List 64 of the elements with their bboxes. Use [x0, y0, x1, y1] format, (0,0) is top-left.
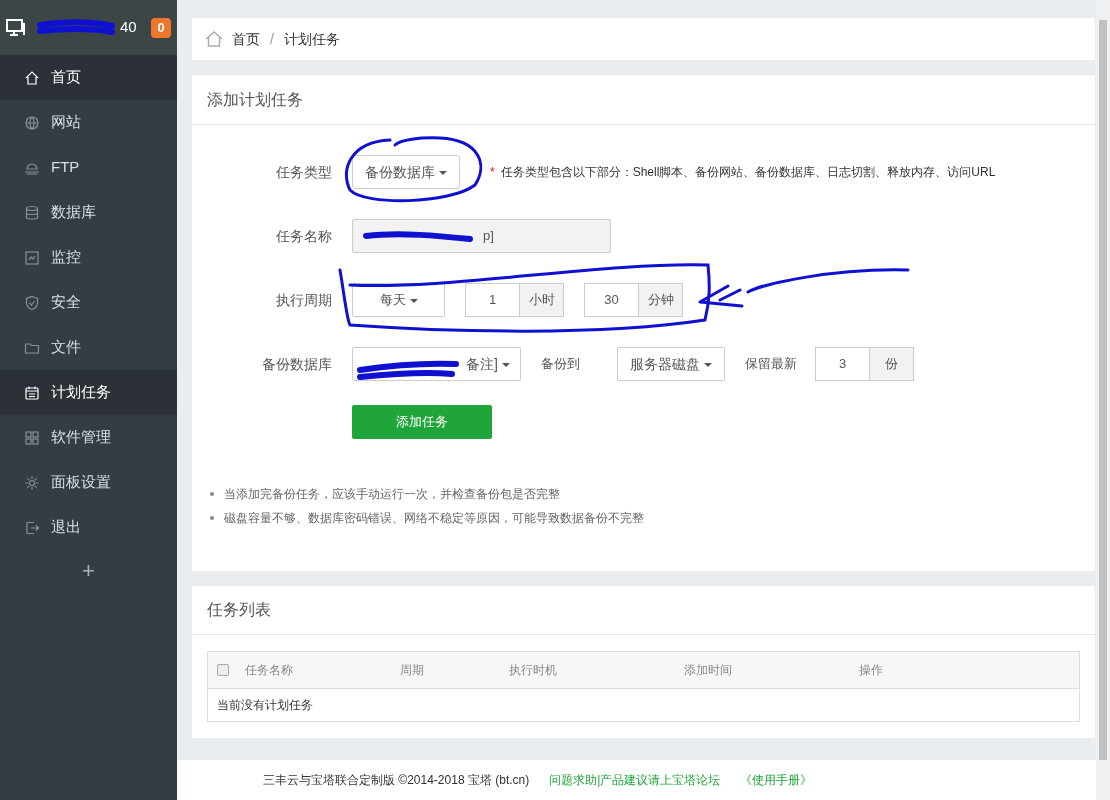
hint-text: 任务类型包含以下部分：Shell脚本、备份网站、备份数据库、日志切割、释放内存、访问URL — [500, 164, 996, 181]
keep-count-field[interactable]: 3 — [815, 347, 870, 381]
globe-icon — [24, 114, 40, 131]
empty-message: 当前没有计划任务 — [216, 697, 314, 714]
sidebar-item[interactable]: 面板设置 — [0, 460, 177, 505]
bullet-icon — [210, 492, 214, 496]
caret-icon — [439, 170, 447, 175]
bullet-icon — [210, 516, 214, 520]
hour-unit: 小时 — [520, 283, 564, 317]
sidebar-item[interactable]: 网站 — [0, 100, 177, 145]
field-label: 执行周期 — [275, 290, 333, 310]
note-text: 当添加完备份任务，应该手动运行一次，并检查备份包是否完整 — [224, 486, 560, 503]
sidebar-item[interactable]: 文件 — [0, 325, 177, 370]
card-title: 任务列表 — [192, 586, 1095, 635]
minute-unit: 分钟 — [639, 283, 683, 317]
calendar-icon — [24, 384, 40, 401]
sidebar-item[interactable]: 计划任务 — [0, 370, 177, 415]
sidebar-item[interactable]: FTP — [0, 145, 177, 190]
logout-icon — [24, 519, 40, 536]
computer-icon — [6, 18, 26, 37]
copyright-text: 三丰云与宝塔联合定制版 ©2014-2018 宝塔 (bt.cn) — [263, 772, 530, 789]
monitor-icon — [24, 249, 40, 266]
keep-count-unit: 份 — [870, 347, 914, 381]
column-header: 操作 — [859, 662, 883, 679]
required-mark: * — [490, 164, 495, 181]
task-name-field[interactable]: p] — [352, 219, 611, 253]
home-icon — [204, 30, 224, 48]
hour-field[interactable]: 1 — [465, 283, 520, 317]
column-header: 周期 — [400, 662, 425, 679]
sidebar-item[interactable]: 监控 — [0, 235, 177, 280]
minute-field[interactable]: 30 — [584, 283, 639, 317]
field-label: 备份数据库 — [261, 354, 333, 374]
server-name: 40 — [120, 17, 137, 38]
breadcrumb-link[interactable]: 首页 — [232, 28, 260, 50]
grid-icon — [24, 429, 40, 446]
sidebar-item[interactable]: 安全 — [0, 280, 177, 325]
sidebar-item[interactable]: 软件管理 — [0, 415, 177, 460]
field-label: 任务名称 — [275, 226, 333, 246]
gear-icon — [24, 474, 40, 491]
sidebar-item[interactable]: 首页 — [0, 55, 177, 100]
scrollbar[interactable] — [1096, 0, 1110, 800]
field-label: 保留最新 — [745, 355, 798, 374]
task-type-dropdown[interactable]: 备份数据库 — [352, 155, 460, 189]
column-header: 执行时机 — [509, 662, 558, 679]
home-icon — [24, 69, 40, 86]
card-title: 添加计划任务 — [192, 75, 1095, 125]
caret-icon — [704, 362, 712, 367]
period-dropdown[interactable]: 每天 — [352, 283, 445, 317]
caret-icon — [409, 298, 418, 303]
breadcrumb-current: 计划任务 — [283, 29, 340, 49]
caret-icon — [502, 362, 510, 367]
add-button[interactable]: + — [0, 550, 177, 590]
database-icon — [24, 204, 40, 221]
column-header: 任务名称 — [245, 662, 294, 679]
select-all-checkbox[interactable] — [217, 664, 229, 676]
column-header: 添加时间 — [684, 662, 733, 679]
backup-target-dropdown[interactable]: 服务器磁盘 — [617, 347, 725, 381]
field-label: 任务类型 — [275, 162, 333, 182]
note-text: 磁盘容量不够、数据库密码错误、网络不稳定等原因，可能导致数据备份不完整 — [224, 510, 644, 527]
sidebar-item[interactable]: 数据库 — [0, 190, 177, 235]
breadcrumb-separator: / — [270, 29, 274, 49]
sidebar-item[interactable]: 退出 — [0, 505, 177, 550]
field-label: 备份到 — [541, 355, 581, 374]
shield-icon — [24, 294, 40, 311]
